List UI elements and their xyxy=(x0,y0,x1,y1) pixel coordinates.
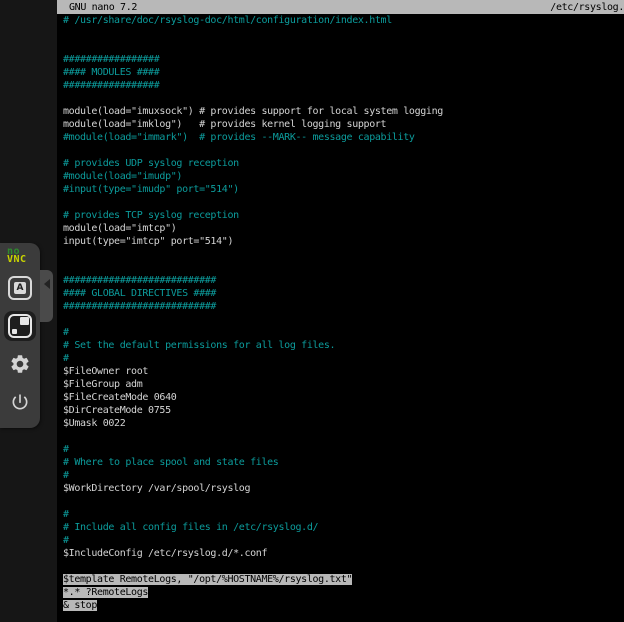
editor-line: ########################### xyxy=(63,274,624,287)
editor-line: # Set the default permissions for all lo… xyxy=(63,339,624,352)
control-bar-collapse-handle[interactable] xyxy=(40,270,53,322)
novnc-logo: no VNC xyxy=(7,247,33,264)
editor-line: #### MODULES #### xyxy=(63,66,624,79)
editor-line: module(load="imtcp") xyxy=(63,222,624,235)
editor-line: ################# xyxy=(63,79,624,92)
editor-line: # xyxy=(63,534,624,547)
editor-line xyxy=(63,40,624,53)
editor-line xyxy=(63,248,624,261)
novnc-control-bar: no VNC A xyxy=(0,243,40,428)
editor-line: $template RemoteLogs, "/opt/%HOSTNAME%/r… xyxy=(63,573,624,586)
editor-line: *.* ?RemoteLogs xyxy=(63,586,624,599)
fullscreen-button[interactable] xyxy=(4,311,36,341)
editor-line: # xyxy=(63,508,624,521)
editor-line: #module(load="immark") # provides --MARK… xyxy=(63,131,624,144)
power-button[interactable] xyxy=(4,387,36,417)
editor-line: $FileCreateMode 0640 xyxy=(63,391,624,404)
settings-button[interactable] xyxy=(4,349,36,379)
editor-line xyxy=(63,196,624,209)
editor-line: $IncludeConfig /etc/rsyslog.d/*.conf xyxy=(63,547,624,560)
editor-line: #### GLOBAL DIRECTIVES #### xyxy=(63,287,624,300)
nano-editor-buffer: # /usr/share/doc/rsyslog-doc/html/config… xyxy=(63,14,624,612)
editor-line: # Where to place spool and state files xyxy=(63,456,624,469)
editor-line: $WorkDirectory /var/spool/rsyslog xyxy=(63,482,624,495)
power-icon xyxy=(10,392,30,412)
keyboard-button[interactable]: A xyxy=(4,273,36,303)
editor-line: $DirCreateMode 0755 xyxy=(63,404,624,417)
novnc-buttons: A xyxy=(4,273,36,417)
vnc-remote-screen[interactable]: GNU nano 7.2 /etc/rsyslog. # /usr/share/… xyxy=(57,0,624,622)
editor-line: module(load="imuxsock") # provides suppo… xyxy=(63,105,624,118)
nano-titlebar: GNU nano 7.2 /etc/rsyslog. xyxy=(57,0,624,14)
editor-line: # xyxy=(63,326,624,339)
editor-line: input(type="imtcp" port="514") xyxy=(63,235,624,248)
editor-line: ########################### xyxy=(63,300,624,313)
editor-line: # xyxy=(63,469,624,482)
editor-line xyxy=(63,92,624,105)
editor-line: # /usr/share/doc/rsyslog-doc/html/config… xyxy=(63,14,624,27)
gear-icon xyxy=(9,353,31,375)
keyboard-icon: A xyxy=(8,276,32,300)
editor-line: ################# xyxy=(63,53,624,66)
editor-line: $Umask 0022 xyxy=(63,417,624,430)
fullscreen-icon xyxy=(8,314,32,338)
editor-line: # xyxy=(63,352,624,365)
editor-line xyxy=(63,430,624,443)
nano-filename: /etc/rsyslog. xyxy=(550,2,624,13)
editor-line xyxy=(63,261,624,274)
editor-line: # Include all config files in /etc/rsysl… xyxy=(63,521,624,534)
collapse-arrow-icon xyxy=(44,279,50,289)
editor-line: $FileOwner root xyxy=(63,365,624,378)
editor-line: #module(load="imudp") xyxy=(63,170,624,183)
editor-line: & stop xyxy=(63,599,624,612)
nano-version: GNU nano 7.2 xyxy=(57,2,137,13)
editor-line: #input(type="imudp" port="514") xyxy=(63,183,624,196)
editor-line: $FileGroup adm xyxy=(63,378,624,391)
editor-line xyxy=(63,495,624,508)
editor-line xyxy=(63,144,624,157)
editor-line: # provides TCP syslog reception xyxy=(63,209,624,222)
editor-line xyxy=(63,27,624,40)
editor-line: # provides UDP syslog reception xyxy=(63,157,624,170)
editor-line xyxy=(63,560,624,573)
editor-line: module(load="imklog") # provides kernel … xyxy=(63,118,624,131)
editor-line: # xyxy=(63,443,624,456)
editor-line xyxy=(63,313,624,326)
novnc-logo-vnc: VNC xyxy=(7,255,33,264)
